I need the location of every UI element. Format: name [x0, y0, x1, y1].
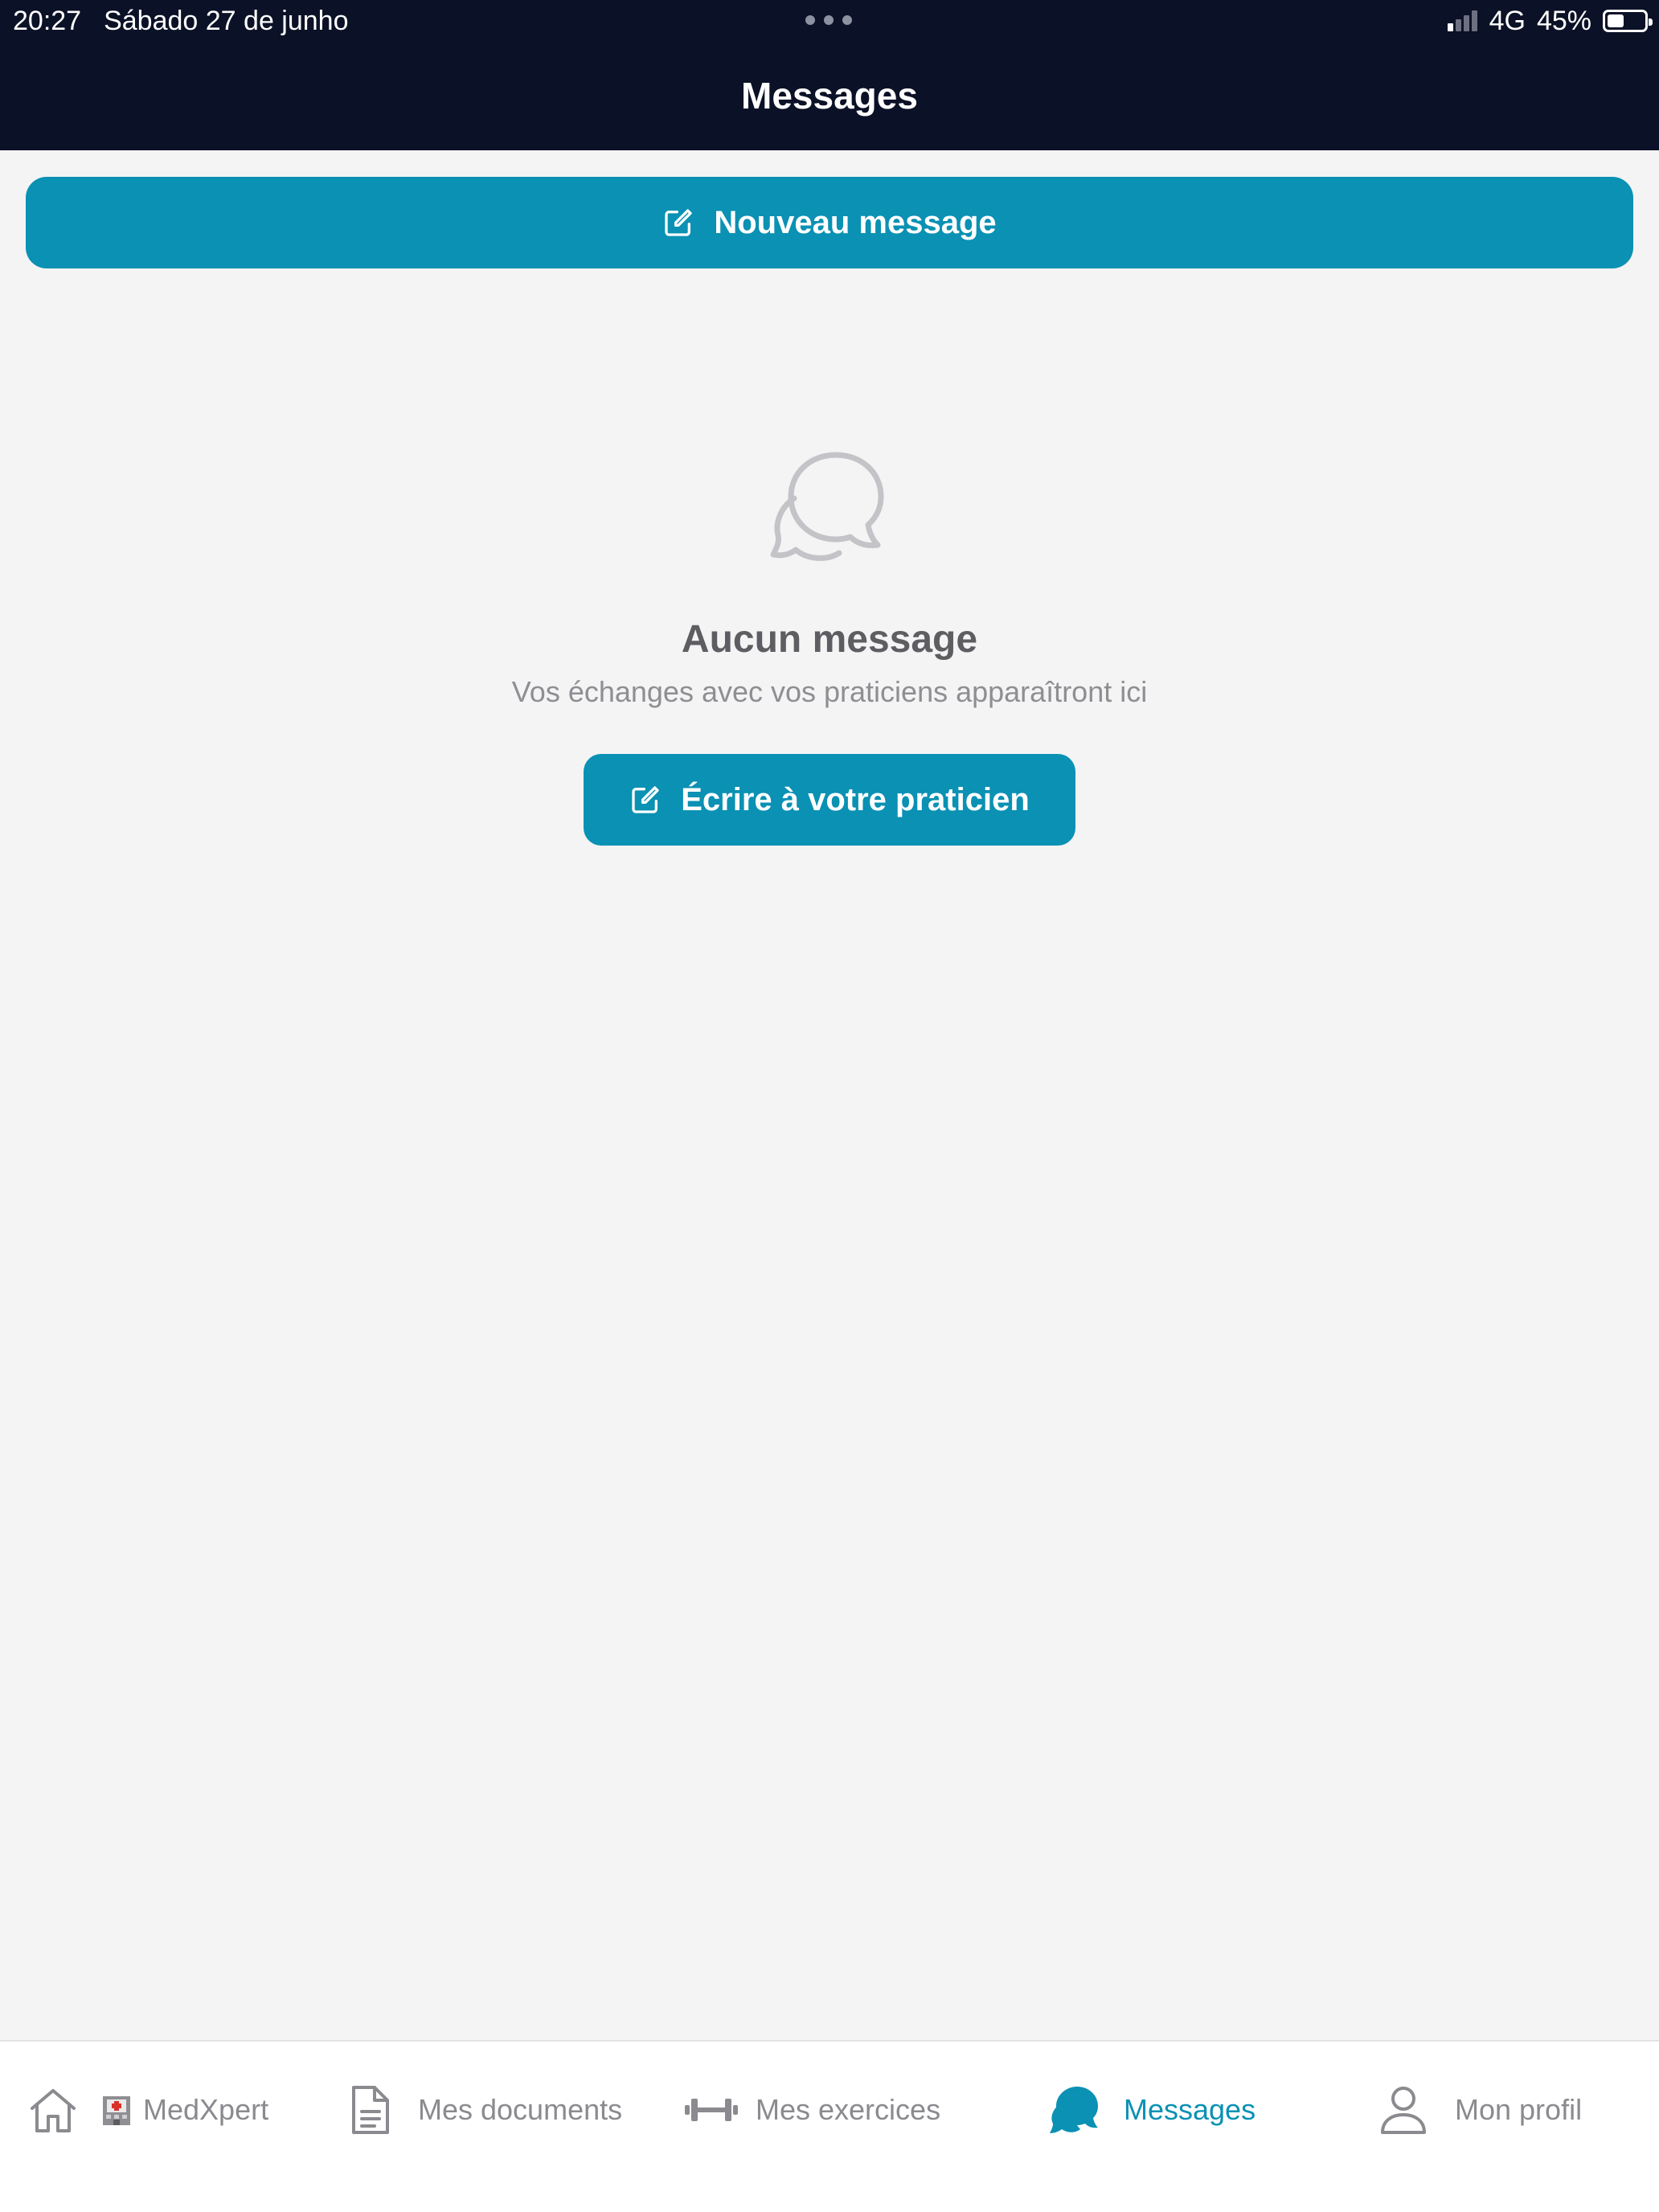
- write-practitioner-button[interactable]: Écrire à votre praticien: [584, 754, 1075, 846]
- empty-state-title: Aucun message: [681, 618, 978, 661]
- tab-profile[interactable]: Mon profil: [1379, 2042, 1582, 2178]
- new-message-button[interactable]: Nouveau message: [26, 177, 1633, 268]
- tab-label: Messages: [1124, 2093, 1256, 2126]
- bottom-tab-bar: MedXpert Mes documents Mes exercices Mes…: [0, 2040, 1659, 2212]
- tab-label: Mes documents: [418, 2093, 623, 2126]
- top-bar: 20:27 Sábado 27 de junho 4G 45% Messages: [0, 0, 1659, 150]
- user-icon: [1381, 2087, 1426, 2134]
- dumbbell-icon: [685, 2099, 738, 2121]
- empty-state-subtitle: Vos échanges avec vos praticiens apparaî…: [511, 675, 1148, 708]
- battery-icon: [1603, 10, 1653, 32]
- compose-icon: [665, 209, 693, 236]
- tab-messages[interactable]: Messages: [1048, 2042, 1256, 2178]
- chat-bubbles-icon: [770, 452, 884, 561]
- status-date: Sábado 27 de junho: [104, 5, 349, 36]
- document-icon: [352, 2086, 389, 2134]
- tab-documents[interactable]: Mes documents: [346, 2042, 622, 2178]
- cellular-signal-icon: [1447, 10, 1480, 31]
- battery-percentage: 45%: [1536, 5, 1591, 36]
- tab-home[interactable]: MedXpert: [27, 2042, 268, 2178]
- tab-exercises[interactable]: Mes exercices: [685, 2042, 940, 2178]
- new-message-label: Nouveau message: [714, 204, 997, 240]
- network-type: 4G: [1489, 5, 1526, 36]
- hospital-icon: [103, 2096, 130, 2125]
- page-title: Messages: [741, 75, 918, 117]
- chat-icon: [1050, 2087, 1098, 2133]
- status-time: 20:27: [13, 5, 82, 36]
- tab-label: MedXpert: [143, 2093, 269, 2126]
- status-bar-right: 4G 45%: [1447, 5, 1653, 36]
- tab-label: Mon profil: [1455, 2093, 1583, 2126]
- tab-label: Mes exercices: [756, 2093, 941, 2126]
- status-bar-left: 20:27 Sábado 27 de junho: [13, 5, 349, 36]
- multitasking-dots-icon[interactable]: [805, 15, 852, 27]
- home-icon: [31, 2089, 76, 2132]
- write-practitioner-label: Écrire à votre praticien: [681, 781, 1030, 817]
- compose-icon: [632, 786, 659, 813]
